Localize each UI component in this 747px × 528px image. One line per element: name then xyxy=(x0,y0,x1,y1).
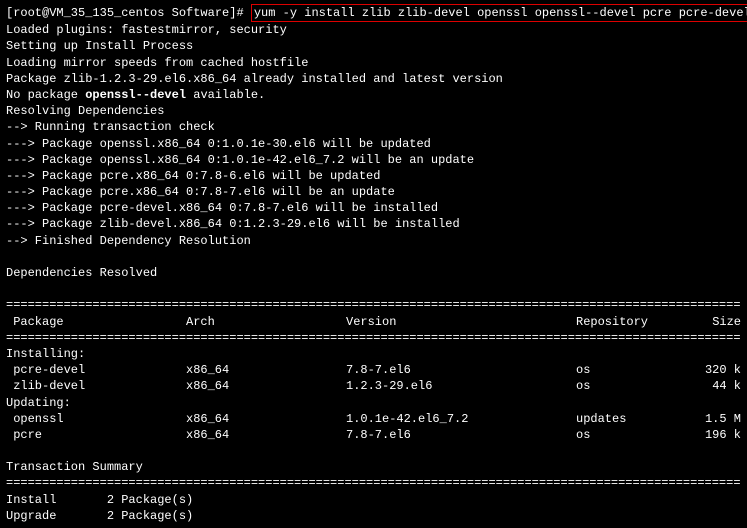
section-title: Installing: xyxy=(6,346,741,362)
dep-line xyxy=(6,281,741,297)
table-header-row: Package Arch Version Repository Size xyxy=(6,314,741,330)
cell-package: zlib-devel xyxy=(6,378,186,394)
table-row: pcrex86_647.8-7.el6os196 k xyxy=(6,427,741,443)
terminal-prompt-line[interactable]: [root@VM_35_135_centos Software]# yum -y… xyxy=(6,4,741,22)
dep-line: ---> Package pcre.x86_64 0:7.8-6.el6 wil… xyxy=(6,168,741,184)
cell-arch: x86_64 xyxy=(186,411,346,427)
dep-line: ---> Package openssl.x86_64 0:1.0.1e-30.… xyxy=(6,136,741,152)
header-package: Package xyxy=(6,314,186,330)
dep-line: ---> Package openssl.x86_64 0:1.0.1e-42.… xyxy=(6,152,741,168)
blank-line xyxy=(6,443,741,459)
cell-size: 196 k xyxy=(686,427,741,443)
table-rule-top: ========================================… xyxy=(6,297,741,313)
cell-version: 7.8-7.el6 xyxy=(346,362,576,378)
section-title: Updating: xyxy=(6,395,741,411)
dep-line: ---> Package pcre.x86_64 0:7.8-7.el6 wil… xyxy=(6,184,741,200)
dep-line xyxy=(6,249,741,265)
cell-repo: os xyxy=(576,427,686,443)
table-row: opensslx86_641.0.1e-42.el6_7.2updates1.5… xyxy=(6,411,741,427)
output-line: Package zlib-1.2.3-29.el6.x86_64 already… xyxy=(6,71,741,87)
cell-version: 1.0.1e-42.el6_7.2 xyxy=(346,411,576,427)
cell-size: 1.5 M xyxy=(686,411,741,427)
package-sections: Installing: pcre-develx86_647.8-7.el6os3… xyxy=(6,346,741,443)
cell-arch: x86_64 xyxy=(186,427,346,443)
cell-repo: os xyxy=(576,378,686,394)
cell-arch: x86_64 xyxy=(186,362,346,378)
summary-line: Upgrade 2 Package(s) xyxy=(6,508,741,524)
cell-size: 320 k xyxy=(686,362,741,378)
dep-line: ---> Package pcre-devel.x86_64 0:7.8-7.e… xyxy=(6,200,741,216)
no-package-line: No package openssl--devel available. xyxy=(6,87,741,103)
header-repository: Repository xyxy=(576,314,686,330)
command-highlight-box: yum -y install zlib zlib-devel openssl o… xyxy=(251,4,747,22)
table-row: pcre-develx86_647.8-7.el6os320 k xyxy=(6,362,741,378)
output-preamble: Loaded plugins: fastestmirror, securityS… xyxy=(6,22,741,87)
header-size: Size xyxy=(686,314,741,330)
output-line: Loaded plugins: fastestmirror, security xyxy=(6,22,741,38)
command-text: yum -y install zlib zlib-devel openssl o… xyxy=(254,6,747,20)
cell-package: openssl xyxy=(6,411,186,427)
dep-line: Dependencies Resolved xyxy=(6,265,741,281)
cell-package: pcre xyxy=(6,427,186,443)
transaction-summary-title: Transaction Summary xyxy=(6,459,741,475)
dependency-resolution-block: Resolving Dependencies--> Running transa… xyxy=(6,103,741,297)
cell-size: 44 k xyxy=(686,378,741,394)
dep-line: ---> Package zlib-devel.x86_64 0:1.2.3-2… xyxy=(6,216,741,232)
cell-arch: x86_64 xyxy=(186,378,346,394)
header-arch: Arch xyxy=(186,314,346,330)
cell-package: pcre-devel xyxy=(6,362,186,378)
table-row: zlib-develx86_641.2.3-29.el6os44 k xyxy=(6,378,741,394)
cell-repo: os xyxy=(576,362,686,378)
no-package-suffix: available. xyxy=(186,88,265,102)
summary-lines: Install 2 Package(s)Upgrade 2 Package(s) xyxy=(6,492,741,524)
dep-line: Resolving Dependencies xyxy=(6,103,741,119)
no-package-prefix: No package xyxy=(6,88,85,102)
no-package-name: openssl--devel xyxy=(85,88,186,102)
table-rule-mid: ========================================… xyxy=(6,330,741,346)
dep-line: --> Finished Dependency Resolution xyxy=(6,233,741,249)
header-version: Version xyxy=(346,314,576,330)
table-rule-bottom: ========================================… xyxy=(6,475,741,491)
cell-repo: updates xyxy=(576,411,686,427)
cell-version: 1.2.3-29.el6 xyxy=(346,378,576,394)
cell-version: 7.8-7.el6 xyxy=(346,427,576,443)
output-line: Loading mirror speeds from cached hostfi… xyxy=(6,55,741,71)
shell-prompt: [root@VM_35_135_centos Software]# xyxy=(6,6,251,20)
dep-line: --> Running transaction check xyxy=(6,119,741,135)
output-line: Setting up Install Process xyxy=(6,38,741,54)
